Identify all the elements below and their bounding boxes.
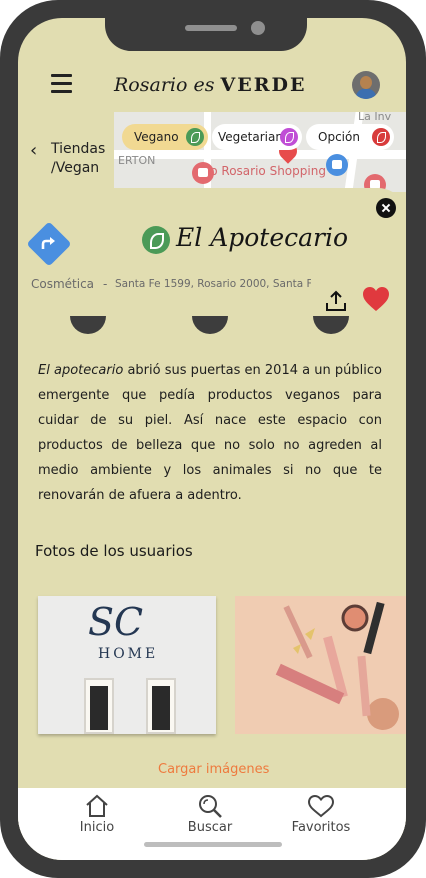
photo-window [146,678,176,734]
filter-chip-vegano[interactable]: Vegano [122,124,208,150]
breadcrumb-subcategory[interactable]: /Vegan [51,160,99,176]
filter-chip-opcion[interactable]: Opción [306,124,394,150]
speaker [185,25,237,31]
share-icon[interactable] [325,290,347,312]
load-images-link[interactable]: Cargar imágenes [158,762,269,777]
nav-item-buscar[interactable]: Buscar [165,794,255,842]
camera [251,21,265,35]
filter-chip-label: Vegano [134,130,179,144]
store-address: Santa Fe 1599, Rosario 2000, Santa Fe [115,278,311,290]
directions-icon[interactable] [26,221,72,267]
nav-label: Favoritos [291,820,351,835]
store-category: Cosmética [31,277,95,291]
description-store-name: El apotecario [38,363,124,378]
leaf-icon [186,128,204,146]
website-globe-icon[interactable] [313,316,349,334]
phone-frame: Rosario es VERDE La Inv ERTON Alto Rosar… [0,0,426,878]
breadcrumb-category[interactable]: Tiendas [51,141,105,157]
nav-label: Inicio [79,820,115,835]
search-icon [199,795,222,818]
vegan-leaf-icon [142,226,170,254]
store-meta: Cosmética - Santa Fe 1599, Rosario 2000,… [31,276,311,296]
store-description: El apotecario abrió sus puertas en 2014 … [38,358,382,508]
shopping-pin-icon[interactable] [192,162,214,184]
home-indicator [144,842,282,847]
brand-logo: Rosario es VERDE [114,74,314,104]
social-links [18,316,406,346]
user-photo[interactable]: SC HOME [38,596,216,734]
filter-chip-label: Opción [318,130,360,144]
back-chevron-icon[interactable]: ‹ [30,140,37,161]
close-icon[interactable] [376,198,396,218]
nav-item-favoritos[interactable]: Favoritos [276,794,366,842]
photos-section-title: Fotos de los usuarios [35,542,193,560]
leaf-icon [372,128,390,146]
photo-window [84,678,114,734]
cosmetics-photo [275,601,399,730]
description-text: abrió sus puertas en 2014 a un público e… [38,363,382,503]
screen: Rosario es VERDE La Inv ERTON Alto Rosar… [18,18,406,860]
facebook-icon[interactable] [192,316,228,334]
heart-icon [307,794,335,818]
photo-home-text: HOME [98,646,159,662]
user-photo[interactable] [235,596,406,734]
photo-logo-mark: SC [88,600,144,644]
brand-strong: VERDE [220,74,307,96]
nav-item-inicio[interactable]: Inicio [52,794,142,842]
instagram-icon[interactable] [70,316,106,334]
menu-icon[interactable] [51,74,72,94]
bottom-nav: Inicio Buscar Favoritos [18,788,406,860]
meta-separator: - [103,277,108,291]
leaf-icon [280,128,298,146]
filter-chip-vegetariano[interactable]: Vegetariano [212,124,302,150]
store-name: El Apotecario [176,223,349,252]
filter-chips: Vegano Vegetariano Opción [114,122,406,158]
notch [105,16,307,51]
brand-script: Rosario es [114,74,215,96]
nav-label: Buscar [187,820,233,835]
store-detail-sheet: El Apotecario Cosmética - Santa Fe 1599,… [18,188,406,860]
breadcrumb[interactable]: ‹ Tiendas /Vegan [18,124,114,182]
avatar[interactable] [352,71,380,99]
home-icon [86,794,108,817]
favorite-heart-icon[interactable] [362,286,390,312]
